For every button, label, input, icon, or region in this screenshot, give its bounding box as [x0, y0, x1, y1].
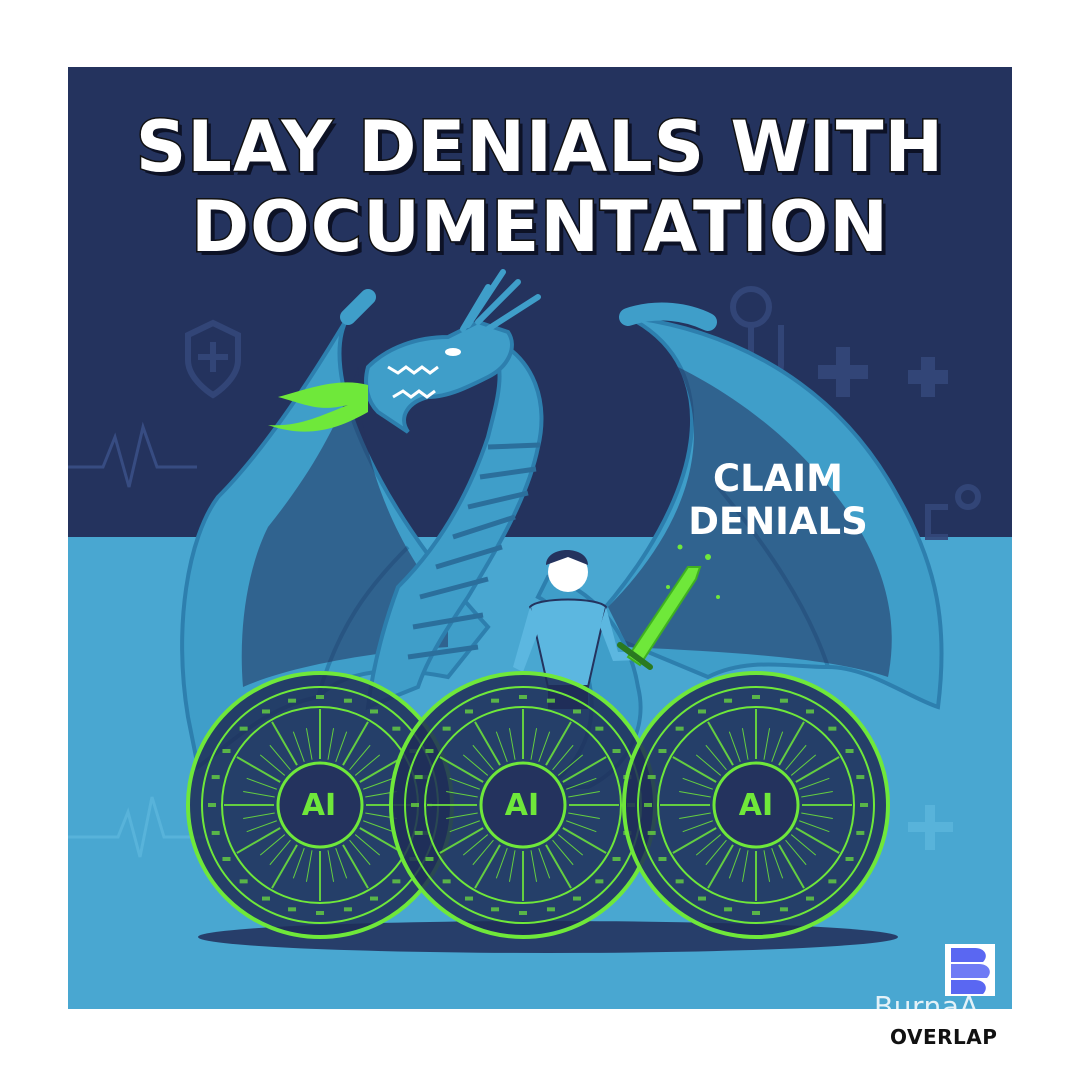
title-line-2: DOCUMENTATION: [190, 186, 890, 268]
dragon-label-line-2: DENIALS: [688, 500, 868, 543]
brand-logo-icon: [945, 944, 995, 996]
title-line-1: SLAY DENIALS WITH: [134, 106, 945, 188]
poster-illustration: SLAY DENIALS WITH DOCUMENTATION CLAIM DE…: [68, 67, 1012, 1009]
shield-label-1: AI: [301, 788, 337, 823]
shield-label-3: AI: [738, 788, 774, 823]
brand-watermark-text: BurnaA: [874, 990, 980, 1023]
shield-label-2: AI: [504, 788, 540, 823]
overlap-caption: OVERLAP: [890, 1025, 998, 1049]
dragon-label-line-1: CLAIM: [713, 457, 843, 500]
